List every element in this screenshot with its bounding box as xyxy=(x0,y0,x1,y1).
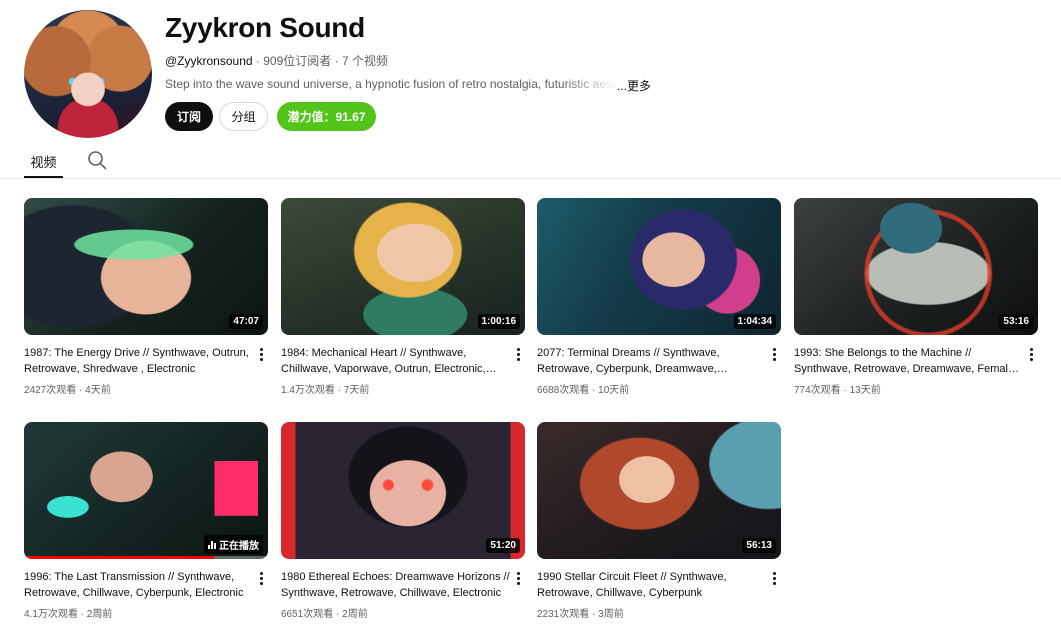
tabs-divider xyxy=(0,178,1061,179)
channel-meta: @Zyykronsound · 909位订阅者 · 7 个视频 xyxy=(165,52,388,69)
more-options-icon[interactable] xyxy=(511,570,525,586)
video-card[interactable]: 47:07 1987: The Energy Drive // Synthwav… xyxy=(24,198,268,408)
more-options-icon[interactable] xyxy=(511,346,525,362)
duration-badge: 51:20 xyxy=(486,538,520,553)
video-stats: 2427次观看 · 4天前 xyxy=(24,381,111,396)
video-thumbnail[interactable]: 47:07 xyxy=(24,198,268,335)
video-thumbnail[interactable]: 1:04:34 xyxy=(537,198,781,335)
video-card[interactable]: 53:16 1993: She Belongs to the Machine /… xyxy=(794,198,1038,408)
duration-badge: 1:04:34 xyxy=(733,314,776,329)
video-card[interactable]: 正在播放 1996: The Last Transmission // Synt… xyxy=(24,422,268,630)
video-thumbnail[interactable]: 正在播放 xyxy=(24,422,268,559)
video-title[interactable]: 1990 Stellar Circuit Fleet // Synthwave,… xyxy=(537,569,767,601)
video-thumbnail[interactable]: 53:16 xyxy=(794,198,1038,335)
stats-separator: · xyxy=(77,609,87,620)
video-title[interactable]: 1984: Mechanical Heart // Synthwave, Chi… xyxy=(281,345,511,377)
stats-separator: · xyxy=(840,385,850,396)
channel-avatar[interactable] xyxy=(24,10,152,138)
channel-name: Zyykron Sound xyxy=(165,12,365,43)
more-options-icon[interactable] xyxy=(767,346,781,362)
stats-separator: · xyxy=(333,609,343,620)
video-card[interactable]: 1:04:34 2077: Terminal Dreams // Synthwa… xyxy=(537,198,781,408)
subscriber-count: 909位订阅者 xyxy=(263,54,332,68)
video-stats: 6651次观看 · 2周前 xyxy=(281,605,368,620)
video-card[interactable]: 1:00:16 1984: Mechanical Heart // Synthw… xyxy=(281,198,525,408)
view-count: 6651次观看 xyxy=(281,609,334,620)
duration-badge: 56:13 xyxy=(742,538,776,553)
view-count: 2427次观看 xyxy=(24,385,77,396)
stats-separator: · xyxy=(589,609,599,620)
view-count: 6688次观看 xyxy=(537,385,590,396)
duration-badge: 53:16 xyxy=(999,314,1033,329)
video-title[interactable]: 1980 Ethereal Echoes: Dreamwave Horizons… xyxy=(281,569,511,601)
video-card[interactable]: 51:20 1980 Ethereal Echoes: Dreamwave Ho… xyxy=(281,422,525,630)
duration-badge: 47:07 xyxy=(229,314,263,329)
video-title[interactable]: 1996: The Last Transmission // Synthwave… xyxy=(24,569,254,601)
meta-separator: · xyxy=(252,54,264,68)
watch-progress-bar xyxy=(24,556,268,559)
video-stats: 4.1万次观看 · 2周前 xyxy=(24,605,112,620)
video-thumbnail[interactable]: 56:13 xyxy=(537,422,781,559)
stats-separator: · xyxy=(76,385,86,396)
upload-age: 13天前 xyxy=(849,385,881,396)
meta-separator: · xyxy=(331,54,342,68)
equalizer-icon xyxy=(208,540,216,549)
channel-description[interactable]: Step into the wave sound universe, a hyp… xyxy=(165,77,650,94)
video-thumbnail[interactable]: 51:20 xyxy=(281,422,525,559)
now-playing-label: 正在播放 xyxy=(219,541,259,552)
video-stats: 1.4万次观看 · 7天前 xyxy=(281,381,369,396)
video-title[interactable]: 1993: She Belongs to the Machine // Synt… xyxy=(794,345,1024,377)
video-card[interactable]: 56:13 1990 Stellar Circuit Fleet // Synt… xyxy=(537,422,781,630)
upload-age: 2周前 xyxy=(86,609,113,620)
view-count: 774次观看 xyxy=(794,385,841,396)
more-options-icon[interactable] xyxy=(1024,346,1038,362)
channel-handle: @Zyykronsound xyxy=(165,54,253,68)
video-stats: 2231次观看 · 3周前 xyxy=(537,605,624,620)
upload-age: 4天前 xyxy=(85,385,111,396)
watch-progress-fill xyxy=(24,556,215,559)
view-count: 2231次观看 xyxy=(537,609,590,620)
view-count: 4.1万次观看 xyxy=(24,609,78,620)
group-button[interactable]: 分组 xyxy=(219,102,268,131)
more-options-icon[interactable] xyxy=(767,570,781,586)
video-thumbnail[interactable]: 1:00:16 xyxy=(281,198,525,335)
description-text: Step into the wave sound universe, a hyp… xyxy=(165,77,617,91)
view-count: 1.4万次观看 xyxy=(281,385,335,396)
now-playing-badge: 正在播放 xyxy=(204,535,263,554)
stats-separator: · xyxy=(589,385,599,396)
potential-score-button[interactable]: 潜力值：91.67 xyxy=(277,102,376,131)
upload-age: 10天前 xyxy=(598,385,630,396)
video-title[interactable]: 1987: The Energy Drive // Synthwave, Out… xyxy=(24,345,254,377)
video-stats: 6688次观看 · 10天前 xyxy=(537,381,629,396)
more-options-icon[interactable] xyxy=(254,570,268,586)
video-title[interactable]: 2077: Terminal Dreams // Synthwave, Retr… xyxy=(537,345,767,377)
tab-videos[interactable]: 视频 xyxy=(24,146,63,178)
video-count: 7 个视频 xyxy=(341,54,388,68)
upload-age: 3周前 xyxy=(598,609,624,620)
search-icon[interactable] xyxy=(86,149,108,171)
upload-age: 2周前 xyxy=(342,609,368,620)
subscribe-button[interactable]: 订阅 xyxy=(165,102,213,131)
more-link[interactable]: ...更多 xyxy=(617,77,650,94)
upload-age: 7天前 xyxy=(343,385,370,396)
video-stats: 774次观看 · 13天前 xyxy=(794,381,881,396)
more-options-icon[interactable] xyxy=(254,346,268,362)
stats-separator: · xyxy=(334,385,344,396)
duration-badge: 1:00:16 xyxy=(477,314,520,329)
